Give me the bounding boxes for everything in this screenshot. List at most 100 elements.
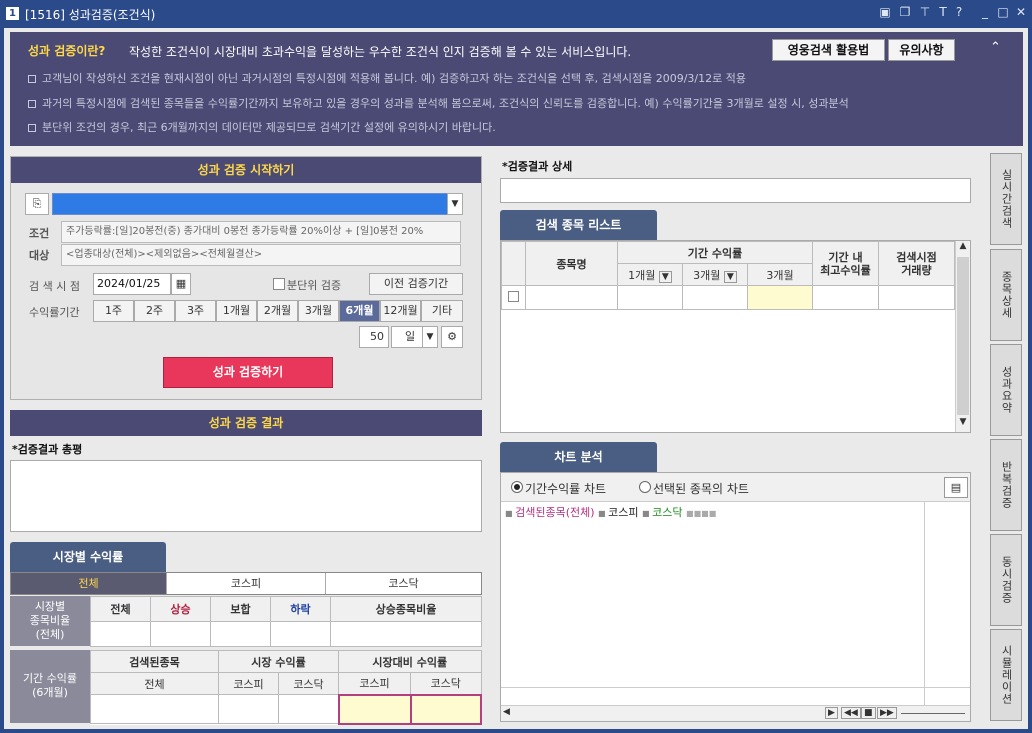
stock-list-box: 종목명 기간 수익률 기간 내 최고수익률 검색시점 거래량 1개월 ▼ 3개월…	[500, 240, 971, 433]
count-input[interactable]: 50	[359, 326, 389, 348]
tab-chart-analysis[interactable]: 차트 분석	[500, 442, 657, 472]
period-3w[interactable]: 3주	[175, 300, 216, 322]
collapse-icon[interactable]: ⌃	[990, 40, 1001, 55]
info-line: 분단위 조건의 경우, 최근 6개월까지의 데이터만 제공되므로 검색기간 설정…	[28, 119, 496, 135]
chart-legend: ■ 검색된종목(전체) ■ 코스피 ■ 코스닥 ■■■■	[505, 506, 717, 519]
subtab-kospi[interactable]: 코스피	[166, 573, 325, 594]
scroll-thumb	[957, 257, 969, 415]
col-3m-2: 3개월	[747, 263, 813, 286]
cell	[210, 621, 271, 647]
help-icon[interactable]: ?	[951, 5, 967, 19]
row-checkbox[interactable]	[501, 285, 526, 310]
zoom-slider[interactable]	[901, 713, 965, 714]
period-return-table: 검색된종목 시장 수익률 시장대비 수익률 전체 코스피 코스닥 코스피 코스닥	[90, 650, 482, 725]
forward-icon: ▶▶	[877, 707, 897, 719]
rewind-icon: ◀◀	[841, 707, 861, 719]
minimize-icon[interactable]: _	[977, 5, 993, 19]
subtab-kosdaq[interactable]: 코스닥	[325, 573, 481, 594]
chevron-down-icon[interactable]: ▼	[422, 326, 438, 348]
col-1m[interactable]: 1개월 ▼	[617, 263, 683, 286]
prev-period-button[interactable]: 이전 검증기간	[369, 273, 463, 295]
bullet-icon	[28, 100, 36, 108]
font-icon[interactable]: T	[935, 5, 951, 19]
minute-checkbox[interactable]	[273, 278, 285, 290]
col-name: 종목명	[525, 241, 618, 286]
side-stock-detail[interactable]: 종목상세	[990, 249, 1022, 341]
col-volume: 검색시점 거래량	[878, 241, 955, 286]
chart-divider	[501, 687, 970, 688]
tab-market-return[interactable]: 시장별 수익률	[10, 542, 166, 572]
calendar-icon[interactable]: ▦	[171, 273, 191, 295]
chevron-down-icon: ▼	[658, 270, 672, 283]
window-title: [1516] 성과검증(조건식)	[25, 8, 156, 22]
table-view-icon[interactable]: ▤	[944, 477, 968, 498]
radio-period-return[interactable]	[511, 481, 523, 493]
bullet-icon	[28, 75, 36, 83]
summary-label: *검증결과 총평	[12, 443, 83, 456]
layout-icon[interactable]: ▣	[877, 5, 893, 19]
period-3m[interactable]: 3개월	[298, 300, 339, 322]
scroll-down-icon: ▼	[959, 417, 967, 427]
notes-button[interactable]: 유의사항	[888, 39, 955, 61]
side-repeat-verify[interactable]: 반복검증	[990, 439, 1022, 531]
tab-stock-list[interactable]: 검색 종목 리스트	[500, 210, 657, 240]
condition-select[interactable]	[52, 193, 462, 215]
gear-icon[interactable]: ⚙	[441, 326, 463, 348]
condition-load-icon[interactable]: ⎘	[25, 193, 49, 215]
period-return-label: 기간 수익률 (6개월)	[10, 650, 90, 723]
cell	[682, 285, 748, 310]
target-text: <업종대상(전체)><제외없음><전체월결산>	[61, 244, 461, 266]
close-icon[interactable]: ✕	[1013, 5, 1029, 19]
cell	[270, 621, 331, 647]
period-2w[interactable]: 2주	[134, 300, 175, 322]
search-time-label: 검 색 시 점	[29, 280, 80, 293]
col-3m[interactable]: 3개월 ▼	[682, 263, 748, 286]
legend-kosdaq: 코스닥	[652, 506, 683, 519]
side-simultaneous-verify[interactable]: 동시검증	[990, 534, 1022, 626]
radio-selected-stock[interactable]	[639, 481, 651, 493]
period-1m[interactable]: 1개월	[216, 300, 257, 322]
ratio-table: 전체 상승 보합 하락 상승종목비율	[90, 596, 482, 647]
minute-label: 분단위 검증	[287, 279, 342, 292]
restore-icon[interactable]: ❐	[897, 5, 913, 19]
pin-icon[interactable]: ⊤	[917, 5, 933, 19]
detail-label: *검증결과 상세	[502, 160, 573, 173]
side-performance-summary[interactable]: 성과요약	[990, 344, 1022, 436]
condition-text: 주가등락률:[일]20봉전(중) 종가대비 0봉전 종가등락률 20%이상 + …	[61, 221, 461, 243]
period-2m[interactable]: 2개월	[257, 300, 298, 322]
period-etc[interactable]: 기타	[421, 300, 463, 322]
maximize-icon[interactable]: □	[995, 5, 1011, 19]
period-12m[interactable]: 12개월	[380, 300, 421, 322]
group-searched: 검색된종목	[90, 650, 219, 673]
period-1w[interactable]: 1주	[93, 300, 134, 322]
sub-kospi-excess: 코스피	[338, 672, 411, 695]
bullet-icon	[28, 124, 36, 132]
col-up: 상승	[150, 596, 211, 622]
chart-scrollbar[interactable]: ◀ ▶ ◀◀ ■ ▶▶	[501, 705, 970, 721]
cell	[278, 694, 339, 724]
col-all: 전체	[90, 596, 151, 622]
side-realtime-search[interactable]: 실시간검색	[990, 153, 1022, 245]
subtab-all[interactable]: 전체	[11, 573, 166, 594]
vertical-scrollbar[interactable]: ▲ ▼	[955, 241, 970, 432]
col-down: 하락	[270, 596, 331, 622]
sub-all: 전체	[90, 672, 219, 695]
period-6m[interactable]: 6개월	[339, 300, 380, 322]
date-input[interactable]: 2024/01/25	[93, 273, 171, 295]
chevron-down-icon[interactable]: ▼	[447, 193, 463, 215]
info-line: 과거의 특정시점에 검색된 종목들을 수익률기간까지 보유하고 있을 경우의 성…	[28, 95, 849, 111]
cell	[747, 285, 813, 310]
scroll-left-icon: ◀	[503, 707, 510, 717]
window-number: 1	[6, 7, 19, 20]
ratio-label: 시장별 종목비율 (전체)	[10, 596, 90, 646]
scroll-up-icon: ▲	[959, 241, 967, 251]
start-title: 성과 검증 시작하기	[11, 157, 481, 183]
result-title: 성과 검증 결과	[10, 410, 482, 436]
run-verify-button[interactable]: 성과 검증하기	[163, 357, 333, 388]
condition-label: 조건	[29, 227, 50, 240]
cell	[90, 694, 219, 724]
target-label: 대상	[29, 249, 50, 262]
side-simulation[interactable]: 시뮬레이션	[990, 629, 1022, 721]
cell	[409, 693, 482, 725]
usage-guide-button[interactable]: 영웅검색 활용법	[772, 39, 885, 61]
